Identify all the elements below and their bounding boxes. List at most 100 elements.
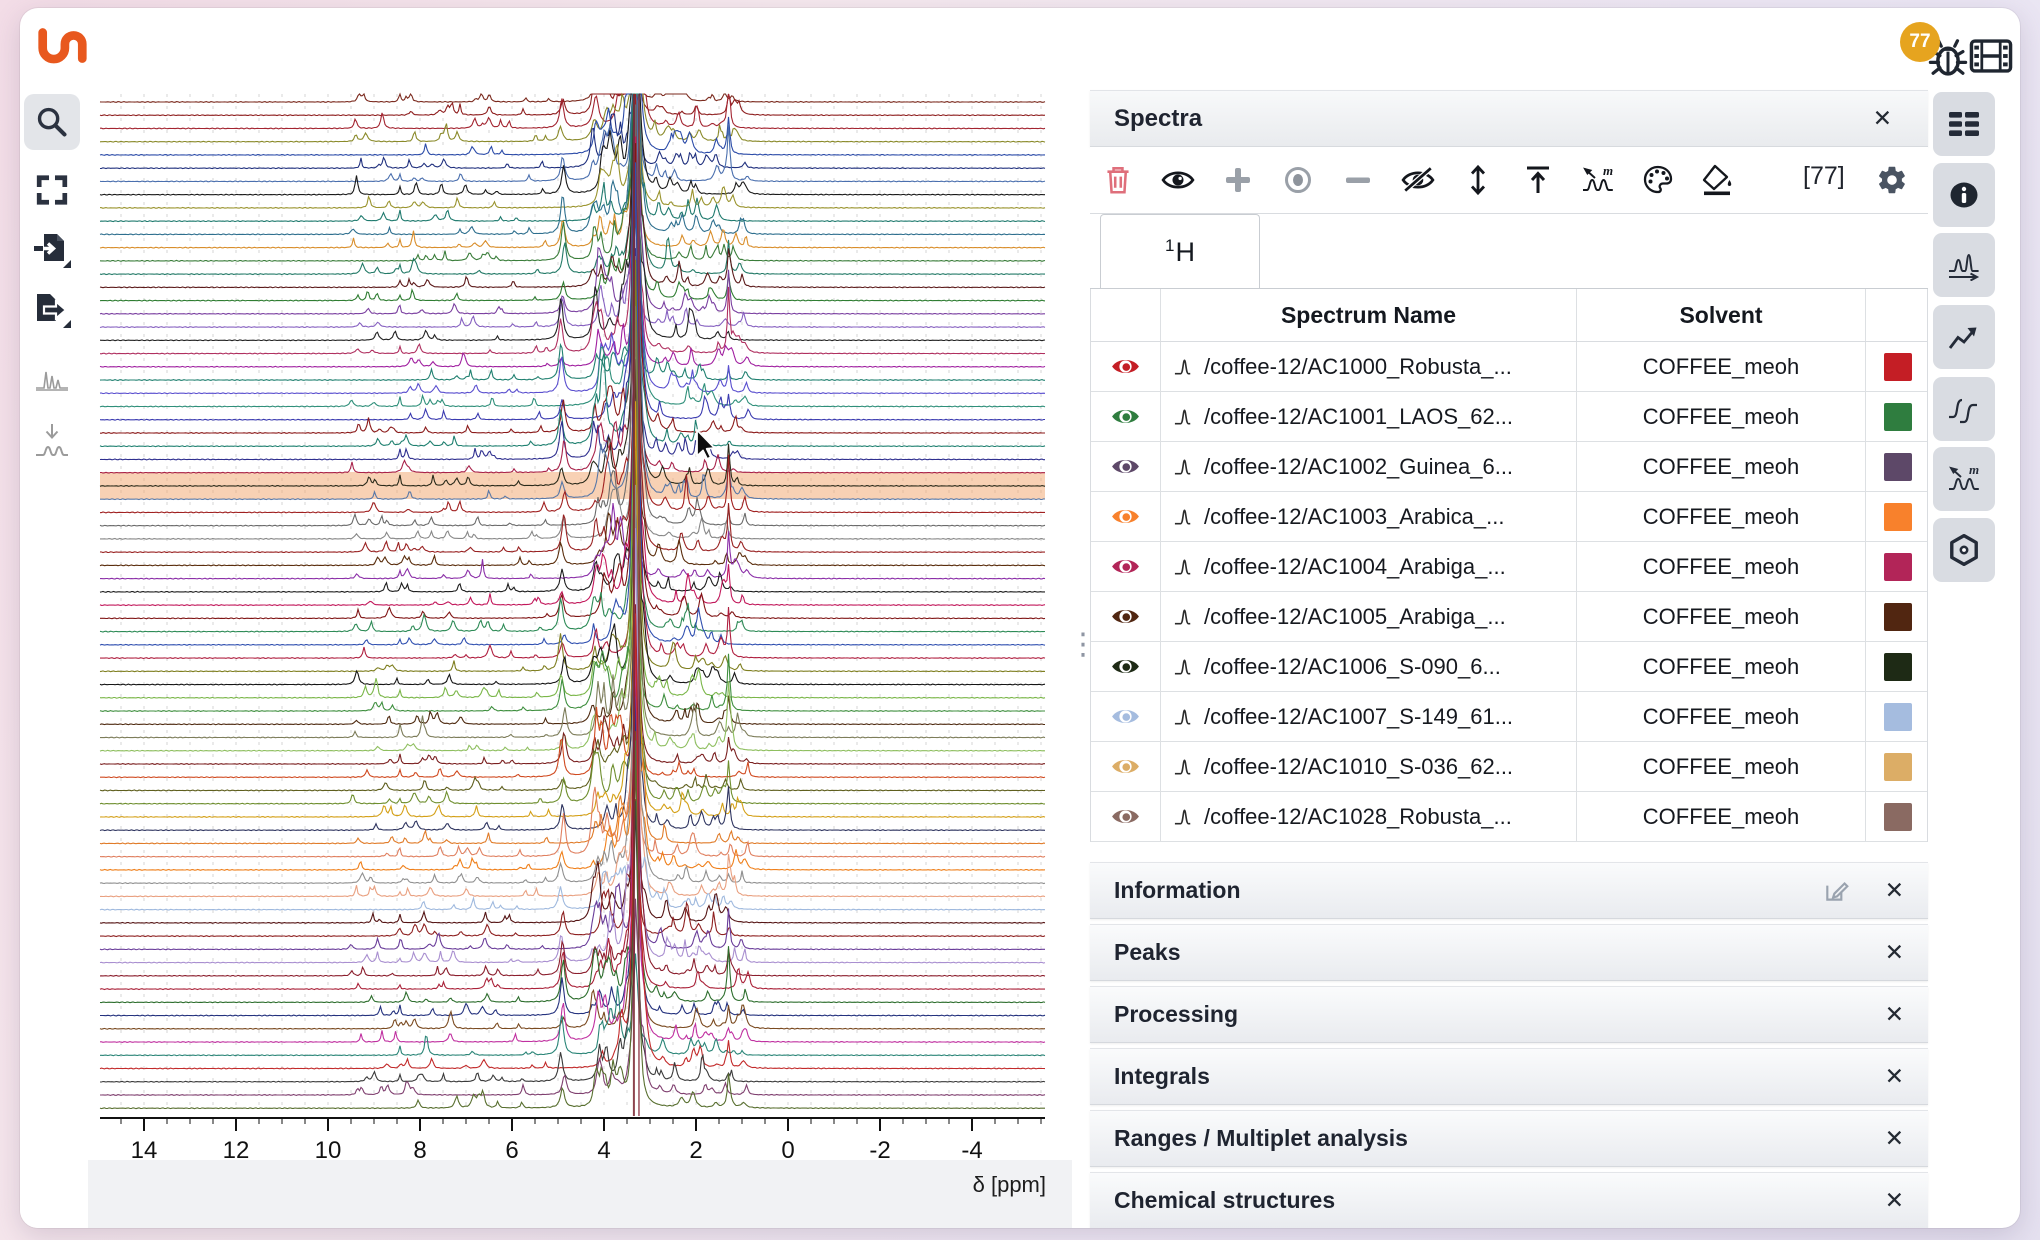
info-icon [1948,180,1980,210]
color-swatch[interactable] [1884,803,1912,831]
table-row[interactable]: /coffee-12/AC1001_LAOS_62...COFFEE_meoh [1091,392,1927,442]
color-swatch[interactable] [1884,403,1912,431]
accordion-peaks[interactable]: Peaks ✕ [1090,924,1928,981]
left-toolbar [20,88,88,1228]
app-window: 77 [20,8,2020,1228]
x-axis-tick-label: 14 [131,1137,158,1160]
accordion-ranges-multiplet-analysis[interactable]: Ranges / Multiplet analysis✕ [1090,1110,1928,1167]
spectrum-peak-icon [1173,706,1196,727]
hide-selected-eye-off-icon[interactable] [1401,166,1435,194]
accordion-close-button[interactable]: ✕ [1885,1189,1904,1212]
table-row[interactable]: /coffee-12/AC1007_S-149_61...COFFEE_meoh [1091,692,1927,742]
delete-spectra-icon[interactable] [1105,165,1132,195]
spectrum-solvent: COFFEE_meoh [1577,792,1866,841]
table-row[interactable]: /coffee-12/AC1006_S-090_6...COFFEE_meoh [1091,642,1927,692]
table-row[interactable]: /coffee-12/AC1004_Arabiga_...COFFEE_meoh [1091,542,1927,592]
color-swatch[interactable] [1884,453,1912,481]
visibility-eye-icon[interactable] [1110,505,1141,528]
active-spectrum-radio-icon[interactable] [1283,165,1313,195]
visibility-eye-icon[interactable] [1110,355,1141,378]
color-swatch[interactable] [1884,353,1912,381]
color-swatch[interactable] [1884,653,1912,681]
visibility-eye-icon[interactable] [1110,405,1141,428]
align-top-icon[interactable] [1524,164,1552,196]
information-panel-button[interactable] [1933,163,1995,227]
integrals-panel-button[interactable] [1933,377,1995,441]
accordion-processing[interactable]: Processing✕ [1090,986,1928,1043]
accordion-information[interactable]: Information✕ [1090,862,1928,919]
apodization-tool-button[interactable] [24,350,80,406]
import-icon [32,230,72,270]
x-axis-tick-label: 6 [505,1137,518,1160]
peaks-icon [1947,249,1981,281]
accordion-close-button[interactable]: ✕ [1885,1065,1904,1088]
table-row[interactable]: /coffee-12/AC1005_Arabiga_...COFFEE_meoh [1091,592,1927,642]
spectrum-name: /coffee-12/AC1003_Arabica_... [1204,504,1504,530]
import-button[interactable] [24,222,80,278]
accordion-close-button[interactable]: ✕ [1885,879,1904,902]
table-row[interactable]: /coffee-12/AC1028_Robusta_...COFFEE_meoh [1091,792,1927,842]
auto-ranges-multiplet-icon[interactable]: m [1581,164,1615,196]
chemical-structure-panel-button[interactable] [1933,518,1995,582]
zoom-tool-button[interactable] [24,94,80,150]
processing-panel-button[interactable] [1933,305,1995,369]
visibility-eye-icon[interactable] [1110,455,1141,478]
fullscreen-button[interactable] [24,162,80,218]
spectrum-peak-icon [1173,606,1196,627]
remove-icon[interactable] [1344,166,1372,194]
close-panel-button[interactable]: ✕ [1873,107,1892,130]
spectra-plot-canvas[interactable]: 14121086420-2-4 [88,88,1072,1160]
visibility-eye-icon[interactable] [1110,805,1141,828]
color-swatch[interactable] [1884,753,1912,781]
svg-text:m: m [1603,164,1613,178]
spectra-traces [100,94,1045,1109]
accordion-chemical-structures[interactable]: Chemical structures✕ [1090,1172,1928,1228]
color-swatch[interactable] [1884,553,1912,581]
color-swatch[interactable] [1884,603,1912,631]
table-row[interactable]: /coffee-12/AC1002_Guinea_6...COFFEE_meoh [1091,442,1927,492]
table-row[interactable]: /coffee-12/AC1003_Arabica_...COFFEE_meoh [1091,492,1927,542]
visibility-eye-icon[interactable] [1110,605,1141,628]
table-row[interactable]: /coffee-12/AC1010_S-036_62...COFFEE_meoh [1091,742,1927,792]
edit-icon[interactable] [1823,877,1851,905]
plot-gridlines [121,94,1041,1112]
accordion-close-button[interactable]: ✕ [1885,1003,1904,1026]
visibility-eye-icon[interactable] [1110,655,1141,678]
panel-splitter-handle[interactable]: ⋮ [1068,636,1086,696]
recording-film-icon[interactable] [1968,34,2014,78]
ranges-multiplet-panel-button[interactable]: m [1933,447,1995,511]
spectrum-peak-icon [1173,506,1196,527]
add-spectrum-icon[interactable] [1224,166,1252,194]
visibility-eye-icon[interactable] [1110,555,1141,578]
accordion-title: Peaks [1114,939,1181,966]
spectra-panel: Spectra ✕ [1090,90,1928,1220]
accordion-close-button[interactable]: ✕ [1885,1127,1904,1150]
mouse-cursor [697,430,715,459]
tab-1h[interactable]: 1H [1100,214,1260,288]
table-row[interactable]: /coffee-12/AC1000_Robusta_...COFFEE_meoh [1091,342,1927,392]
panel-settings-gear-icon[interactable] [1876,164,1909,197]
visibility-eye-icon[interactable] [1110,705,1141,728]
palette-icon[interactable] [1642,164,1674,196]
search-icon [35,105,69,139]
debug-count-badge: 77 [1900,22,1940,62]
spectrum-solvent: COFFEE_meoh [1577,442,1866,491]
app-logo[interactable] [34,24,90,70]
fill-color-icon[interactable] [1702,163,1734,197]
accordion-integrals[interactable]: Integrals✕ [1090,1048,1928,1105]
spectra-list-panel-button[interactable] [1933,92,1995,156]
spectrum-name: /coffee-12/AC1000_Robusta_... [1204,354,1512,380]
x-axis-tick-label: 12 [223,1137,250,1160]
color-swatch[interactable] [1884,503,1912,531]
peaks-panel-button[interactable] [1933,233,1995,297]
baseline-correction-button[interactable] [24,414,80,470]
header-spectrum-name: Spectrum Name [1161,289,1577,341]
visibility-eye-icon[interactable] [1110,755,1141,778]
accordion-close-button[interactable]: ✕ [1885,941,1904,964]
export-button[interactable] [24,282,80,338]
color-swatch[interactable] [1884,703,1912,731]
x-axis-tick-label: 8 [413,1137,426,1160]
chart-arrow-icon [1947,321,1981,353]
show-all-eye-icon[interactable] [1161,167,1195,193]
center-vertically-icon[interactable] [1464,164,1492,196]
